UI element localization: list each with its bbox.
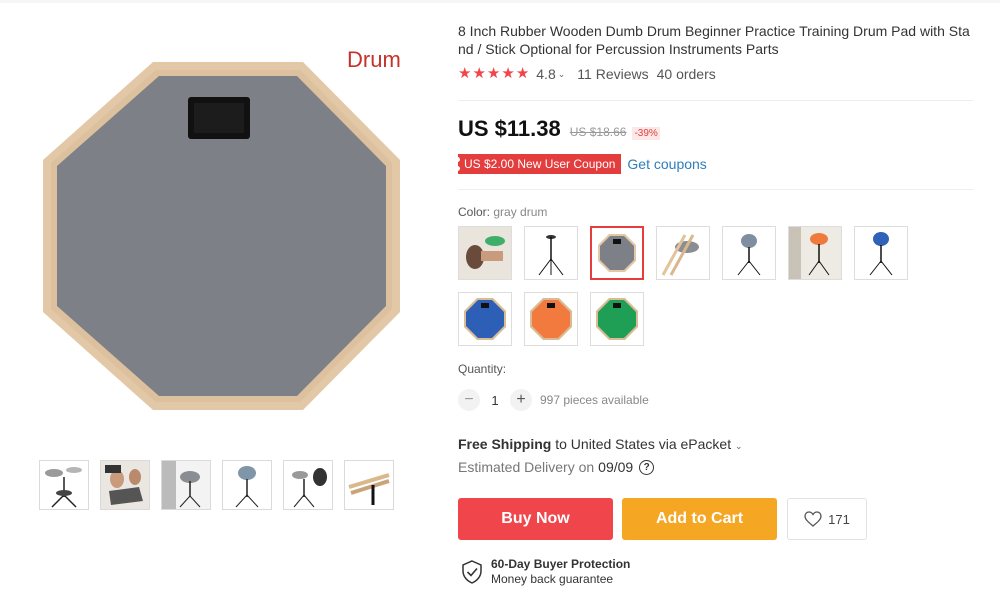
top-strip [0, 0, 1000, 3]
thumbnail-2[interactable] [100, 460, 150, 510]
swatch-blue-drum-stand[interactable] [854, 226, 908, 280]
shield-check-icon [462, 560, 482, 584]
chevron-down-icon[interactable]: ⌄ [558, 69, 566, 80]
buyer-protection: 60-Day Buyer Protection Money back guara… [461, 557, 630, 587]
product-title: 8 Inch Rubber Wooden Dumb Drum Beginner … [458, 23, 970, 57]
quantity-decrease-button[interactable]: − [458, 389, 480, 411]
wishlist-count: 171 [828, 511, 850, 527]
divider [458, 189, 973, 190]
swatch-hands-with-drum[interactable] [458, 226, 512, 280]
help-icon[interactable]: ? [639, 459, 655, 475]
coupon-row: US $2.00 New User Coupon Get coupons [454, 154, 707, 174]
swatch-image [596, 298, 638, 340]
discount-badge: -39% [632, 127, 660, 140]
estimated-delivery-date: 09/09 [598, 459, 634, 475]
shipping-destination: to United States via ePacket [551, 436, 732, 452]
thumbnail-1[interactable] [39, 460, 89, 510]
wishlist-button[interactable]: 171 [787, 498, 867, 540]
swatch-stand[interactable] [524, 226, 578, 280]
star-icon: ★ [472, 65, 486, 82]
quantity-input[interactable]: 1 [480, 393, 510, 408]
color-label-text: Color: [458, 205, 494, 219]
quantity-label: Quantity: [458, 362, 507, 376]
swatch-drum-sticks[interactable] [656, 226, 710, 280]
gray-drum-on-stand-image [162, 461, 210, 509]
reviews-link[interactable]: 11 Reviews [577, 66, 648, 82]
original-price: US $18.66 [569, 125, 627, 139]
swatch-image [530, 298, 572, 340]
rating-row: ★ ★ ★ ★ ★ 4.8 ⌄ 11 Reviews 40 orders [458, 66, 716, 83]
star-icon: ★ [501, 65, 515, 82]
free-shipping-label: Free Shipping [458, 436, 552, 452]
swatch-image [869, 232, 893, 276]
rating-value[interactable]: 4.8 [536, 66, 555, 82]
swatch-image [459, 227, 511, 279]
swatch-gray-drum-stand[interactable] [722, 226, 776, 280]
swatch-image [789, 227, 841, 279]
swatch-image [661, 234, 699, 276]
thumbnail-6[interactable] [344, 460, 394, 510]
swatch-gray-drum[interactable] [590, 226, 644, 280]
hands-drumming-image [101, 461, 149, 509]
thumbnail-4[interactable] [222, 460, 272, 510]
price-row: US $11.38 US $18.66 -39% [458, 116, 660, 142]
image-caption: Drum [347, 47, 401, 72]
star-icon: ★ [515, 65, 530, 82]
protection-text: 60-Day Buyer Protection Money back guara… [491, 557, 630, 587]
quantity-stepper: − 1 + 997 pieces available [458, 389, 649, 411]
star-icon: ★ [486, 65, 501, 82]
swatch-orange-drum-stand[interactable] [788, 226, 842, 280]
swatch-orange-drum[interactable] [524, 292, 578, 346]
estimated-delivery-label: Estimated Delivery on [458, 459, 595, 475]
thumbnail-strip [39, 460, 394, 510]
protection-subtitle: Money back guarantee [491, 572, 614, 586]
divider [458, 100, 973, 101]
swatch-image [737, 234, 761, 276]
stock-available: 997 pieces available [540, 393, 649, 407]
color-label: Color: gray drum [458, 205, 547, 219]
drum-sticks-image [348, 473, 390, 505]
get-coupons-link[interactable]: Get coupons [627, 156, 706, 172]
selected-color: gray drum [493, 205, 548, 219]
add-to-cart-button[interactable]: Add to Cart [622, 498, 777, 540]
color-swatches [458, 226, 928, 346]
swatch-image [598, 234, 636, 272]
drum-pad-illustration [43, 62, 400, 410]
estimated-delivery-row: Estimated Delivery on 09/09 ? [458, 459, 655, 475]
rating-stars: ★ ★ ★ ★ ★ [458, 66, 529, 82]
swatch-green-drum[interactable] [590, 292, 644, 346]
blue-gray-drum-stand-image [235, 466, 259, 508]
swatch-image [464, 298, 506, 340]
quantity-increase-button[interactable]: + [510, 389, 532, 411]
stand-with-pads-image [45, 467, 82, 508]
shipping-row[interactable]: Free Shipping to United States via ePack… [458, 436, 743, 452]
buy-now-button[interactable]: Buy Now [458, 498, 613, 540]
main-product-image[interactable]: Drum [30, 40, 430, 435]
swatch-blue-drum[interactable] [458, 292, 512, 346]
protection-title: 60-Day Buyer Protection [491, 557, 631, 571]
coupon-badge[interactable]: US $2.00 New User Coupon [454, 154, 622, 174]
thumbnail-3[interactable] [161, 460, 211, 510]
chevron-down-icon[interactable]: ⌄ [735, 441, 743, 451]
stand-with-player-image [292, 468, 327, 508]
orders-count: 40 orders [656, 66, 716, 82]
star-icon: ★ [458, 65, 472, 82]
swatch-image [538, 235, 564, 276]
current-price: US $11.38 [458, 116, 561, 141]
heart-icon [804, 511, 822, 527]
thumbnail-5[interactable] [283, 460, 333, 510]
